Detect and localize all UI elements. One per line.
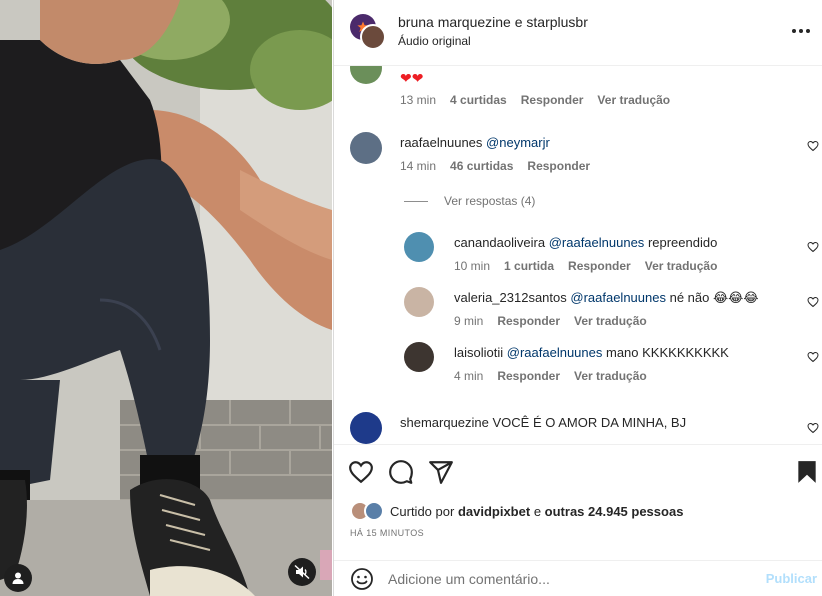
reply-meta: 10 min 1 curtida Responder Ver tradução (454, 259, 731, 273)
likes-middle: e (533, 503, 542, 519)
likes-prefix: Curtido por (390, 503, 455, 519)
post-media[interactable] (0, 0, 332, 596)
comment-time[interactable]: 14 min (400, 159, 436, 173)
heart-icon[interactable] (807, 140, 819, 152)
avatar[interactable] (350, 132, 382, 164)
reply-username[interactable]: laisoliotii (454, 345, 503, 360)
post-time[interactable]: HÁ 15 MINUTOS (350, 528, 424, 538)
comment-item: shemarquezine VOCÊ É O AMOR DA MINHA, BJ (334, 410, 822, 444)
avatar[interactable] (404, 342, 434, 372)
likes-user-link[interactable]: davidpixbet (458, 504, 530, 519)
more-options-button[interactable] (789, 22, 813, 40)
user-tag-button[interactable] (4, 564, 32, 592)
post-author-names[interactable]: bruna marquezine e starplusbr (398, 14, 588, 30)
view-replies-label: Ver respostas (4) (444, 194, 536, 208)
heart-icon[interactable] (348, 459, 374, 485)
reply-mention[interactable]: @raafaelnuunes (507, 345, 603, 360)
comment-text: raafaelnuunes @neymarjr (400, 135, 550, 150)
post-header: bruna marquezine e starplusbr Áudio orig… (334, 0, 822, 66)
more-icon (792, 29, 810, 33)
reply-button[interactable]: Responder (521, 93, 584, 107)
comment-item: raafaelnuunes @neymarjr 14 min 46 curtida… (334, 130, 822, 180)
reply-meta: 4 min Responder Ver tradução (454, 369, 661, 383)
reply-item: valeria_2312santos @raafaelnuunes né não… (334, 287, 822, 333)
avatar[interactable] (404, 287, 434, 317)
comment-meta: 14 min 46 curtidas Responder (400, 159, 604, 173)
avatar[interactable] (404, 232, 434, 262)
emoji-icon[interactable] (350, 567, 374, 591)
likes-others-link[interactable]: outras 24.945 pessoas (545, 504, 684, 519)
comment-text: ❤❤ (400, 70, 424, 86)
comment-text: shemarquezine VOCÊ É O AMOR DA MINHA, BJ (400, 415, 686, 430)
reply-mention[interactable]: @raafaelnuunes (549, 235, 645, 250)
collab-avatars[interactable] (350, 14, 386, 50)
likes-summary: Curtido por davidpixbet e outras 24.945 … (350, 501, 683, 521)
comment-username[interactable]: shemarquezine (400, 415, 489, 430)
heart-icon[interactable] (807, 351, 819, 363)
user-icon (12, 572, 24, 584)
translate-button[interactable]: Ver tradução (574, 369, 647, 383)
reply-button[interactable]: Responder (527, 159, 590, 173)
audio-label[interactable]: Áudio original (398, 34, 471, 48)
likes-text: Curtido por davidpixbet e outras 24.945 … (390, 504, 683, 519)
comment-mention[interactable]: @neymarjr (486, 135, 550, 150)
post-actions: Curtido por davidpixbet e outras 24.945 … (334, 444, 822, 550)
post-side-panel: bruna marquezine e starplusbr Áudio orig… (333, 0, 822, 596)
reply-time[interactable]: 10 min (454, 259, 490, 273)
avatar[interactable] (350, 66, 382, 84)
reply-button[interactable]: Responder (568, 259, 631, 273)
heart-icon[interactable] (807, 241, 819, 253)
reply-mention[interactable]: @raafaelnuunes (570, 290, 666, 305)
avatar[interactable] (350, 412, 382, 444)
reply-text: canandaoliveira @raafaelnuunes repreendi… (454, 235, 717, 250)
mute-toggle-button[interactable] (288, 558, 316, 586)
reply-text: valeria_2312santos @raafaelnuunes né não… (454, 290, 759, 306)
video-frame (0, 0, 332, 596)
reply-button[interactable]: Responder (497, 369, 560, 383)
publish-button[interactable]: Publicar (766, 571, 817, 586)
comment-icon[interactable] (388, 459, 414, 485)
paper-plane-icon[interactable] (428, 459, 454, 485)
reply-body: mano KKKKKKKKKK (606, 345, 729, 360)
reply-username[interactable]: canandaoliveira (454, 235, 545, 250)
reply-body: né não 😂😂😂 (669, 290, 759, 305)
reply-meta: 9 min Responder Ver tradução (454, 314, 661, 328)
comment-input[interactable] (388, 569, 748, 589)
avatar (360, 24, 386, 50)
reply-item: laisoliotii @raafaelnuunes mano KKKKKKKK… (334, 342, 822, 388)
muted-speaker-icon (294, 564, 310, 580)
bookmark-icon[interactable] (794, 459, 820, 485)
comment-likes[interactable]: 4 curtidas (450, 93, 507, 107)
comment-likes[interactable]: 46 curtidas (450, 159, 513, 173)
divider (404, 200, 428, 202)
comments-list[interactable]: ❤❤ 13 min 4 curtidas Responder Ver tradução… (334, 66, 822, 444)
comment-username[interactable]: raafaelnuunes (400, 135, 482, 150)
reply-time[interactable]: 4 min (454, 369, 483, 383)
view-replies-button[interactable]: Ver respostas (4) (404, 194, 535, 208)
reply-button[interactable]: Responder (497, 314, 560, 328)
translate-button[interactable]: Ver tradução (645, 259, 718, 273)
comment-item: ❤❤ 13 min 4 curtidas Responder Ver tradução (334, 66, 822, 108)
reply-likes[interactable]: 1 curtida (504, 259, 554, 273)
reply-username[interactable]: valeria_2312santos (454, 290, 567, 305)
translate-button[interactable]: Ver tradução (574, 314, 647, 328)
comment-body: VOCÊ É O AMOR DA MINHA, BJ (492, 415, 687, 430)
reply-text: laisoliotii @raafaelnuunes mano KKKKKKKK… (454, 345, 729, 360)
heart-icon[interactable] (807, 422, 819, 434)
translate-button[interactable]: Ver tradução (597, 93, 670, 107)
reply-item: canandaoliveira @raafaelnuunes repreendi… (334, 232, 822, 278)
reply-body: repreendido (647, 235, 718, 250)
heart-icon[interactable] (807, 296, 819, 308)
add-comment-bar: Publicar (334, 560, 822, 596)
reply-time[interactable]: 9 min (454, 314, 483, 328)
comment-time[interactable]: 13 min (400, 93, 436, 107)
avatar[interactable] (364, 501, 384, 521)
comment-meta: 13 min 4 curtidas Responder Ver tradução (400, 93, 684, 107)
